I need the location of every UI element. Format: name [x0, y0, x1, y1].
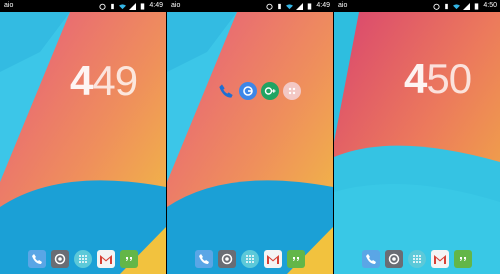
home-screen-2: aio 4:49 — [167, 0, 333, 274]
status-app-label: aio — [4, 2, 14, 9]
status-bar: aio 4:49 — [0, 0, 166, 12]
wallpaper — [0, 12, 166, 274]
phone-icon[interactable] — [362, 250, 380, 268]
vibrate-icon — [445, 3, 449, 9]
dock — [167, 250, 333, 268]
gmail-icon[interactable] — [264, 250, 282, 268]
app-drawer-icon[interactable] — [241, 250, 259, 268]
battery-icon — [141, 2, 145, 10]
status-time: 4:49 — [316, 2, 330, 9]
vibrate-icon — [278, 3, 282, 9]
wifi-icon — [286, 3, 294, 9]
hangouts-icon[interactable] — [454, 250, 472, 268]
dock — [0, 250, 166, 268]
wifi-icon — [453, 3, 461, 9]
app-folder-row — [217, 82, 301, 100]
hangouts-icon[interactable] — [287, 250, 305, 268]
status-bar: aio 4:50 — [334, 0, 500, 12]
google-search-icon[interactable] — [239, 82, 257, 100]
clock-hour: 4 — [70, 57, 93, 104]
dock — [334, 250, 500, 268]
vibrate-icon — [111, 3, 115, 9]
phone-icon[interactable] — [28, 250, 46, 268]
clock-hour: 4 — [404, 55, 427, 102]
gmail-icon[interactable] — [97, 250, 115, 268]
signal-icon — [463, 2, 471, 10]
camera-icon[interactable] — [51, 250, 69, 268]
home-screen-1: aio 4:49 449 — [0, 0, 166, 274]
wallpaper — [167, 12, 333, 274]
camera-icon[interactable] — [385, 250, 403, 268]
home-screen-3: aio 4:50 450 — [334, 0, 500, 274]
clock-widget[interactable]: 449 — [70, 57, 138, 104]
status-time: 4:50 — [483, 2, 497, 9]
signal-icon — [296, 2, 304, 10]
clock-minute: 49 — [92, 57, 138, 104]
battery-icon — [475, 2, 479, 10]
gmail-icon[interactable] — [431, 250, 449, 268]
status-app-label: aio — [171, 2, 181, 9]
app-drawer-icon[interactable] — [408, 250, 426, 268]
alarm-icon — [266, 3, 273, 10]
google-plus-icon[interactable] — [261, 82, 279, 100]
phone-icon[interactable] — [217, 82, 235, 100]
wifi-icon — [119, 3, 127, 9]
status-bar: aio 4:49 — [167, 0, 333, 12]
phone-icon[interactable] — [195, 250, 213, 268]
app-drawer-icon[interactable] — [283, 82, 301, 100]
status-app-label: aio — [338, 2, 348, 9]
app-drawer-icon[interactable] — [74, 250, 92, 268]
camera-icon[interactable] — [218, 250, 236, 268]
battery-icon — [308, 2, 312, 10]
clock-widget[interactable]: 450 — [404, 55, 472, 102]
alarm-icon — [99, 3, 106, 10]
wallpaper — [334, 12, 500, 274]
signal-icon — [129, 2, 137, 10]
hangouts-icon[interactable] — [120, 250, 138, 268]
status-time: 4:49 — [149, 2, 163, 9]
alarm-icon — [433, 3, 440, 10]
clock-minute: 50 — [426, 55, 472, 102]
